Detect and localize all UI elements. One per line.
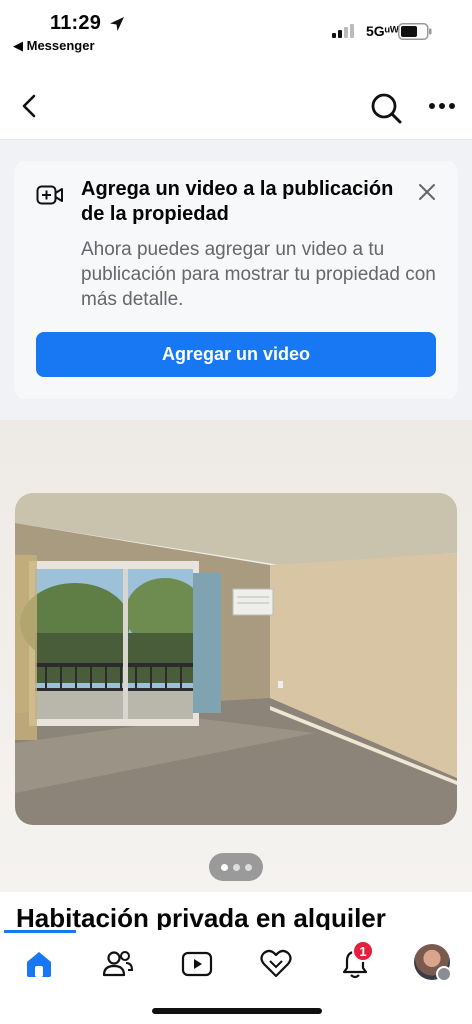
tab-friends[interactable] bbox=[98, 944, 138, 984]
video-add-icon bbox=[36, 185, 63, 205]
tab-video[interactable] bbox=[177, 944, 217, 984]
battery-icon bbox=[398, 23, 432, 40]
tab-home[interactable] bbox=[19, 944, 59, 984]
tab-dating[interactable] bbox=[256, 944, 296, 984]
search-icon[interactable] bbox=[368, 90, 404, 126]
banner-description: Ahora puedes agregar un video a tu publi… bbox=[81, 239, 436, 310]
pager-dot bbox=[232, 863, 240, 871]
video-icon bbox=[181, 951, 213, 977]
location-arrow-icon bbox=[110, 17, 124, 31]
notification-badge: 1 bbox=[352, 940, 374, 962]
pager-dot bbox=[244, 863, 252, 871]
back-to-app-link[interactable]: ◀ Messenger bbox=[13, 38, 95, 54]
close-icon[interactable] bbox=[416, 181, 438, 203]
add-video-banner: Agrega un video a la publicación de la p… bbox=[14, 161, 458, 399]
pager-dot bbox=[220, 863, 228, 871]
listing-title: Habitación privada en alquiler bbox=[16, 903, 386, 930]
menu-badge-icon bbox=[436, 966, 452, 982]
add-video-button[interactable]: Agregar un video bbox=[36, 332, 436, 377]
network-type: 5Gᵘᵂ bbox=[366, 23, 399, 39]
more-horizontal-icon[interactable] bbox=[426, 96, 458, 116]
listing-photo-gallery[interactable] bbox=[0, 420, 472, 892]
listing-photo[interactable] bbox=[15, 493, 457, 825]
top-navigation-bar bbox=[0, 60, 472, 140]
friends-icon bbox=[102, 951, 134, 977]
chevron-left-icon[interactable] bbox=[14, 90, 46, 122]
signal-icon bbox=[332, 24, 354, 38]
home-icon bbox=[27, 952, 51, 977]
active-tab-indicator bbox=[4, 930, 76, 933]
status-bar: 11:29 ◀ Messenger 5Gᵘᵂ bbox=[0, 0, 472, 60]
dating-heart-icon bbox=[260, 949, 292, 978]
bottom-tab-bar: 1 bbox=[0, 930, 472, 1024]
home-indicator[interactable] bbox=[152, 1008, 322, 1014]
status-time: 11:29 bbox=[50, 12, 102, 34]
banner-title: Agrega un video a la publicación de la p… bbox=[81, 178, 394, 225]
photo-pager bbox=[209, 853, 263, 881]
